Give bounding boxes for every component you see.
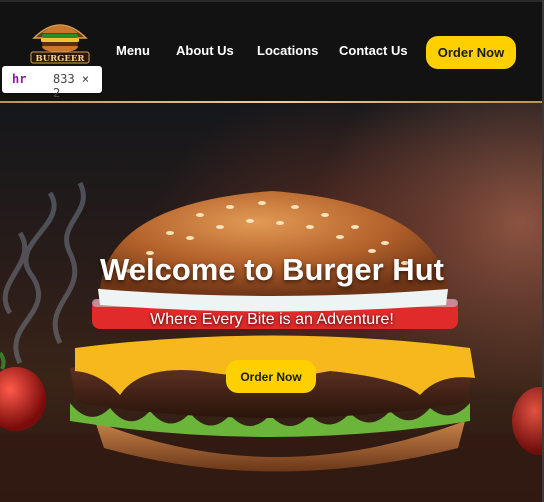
nav-order-now-button[interactable]: Order Now [426,36,516,69]
nav-link-contact-us[interactable]: Contact Us [339,43,408,58]
window-top-edge [0,0,544,2]
tooltip-dimensions: 833 × 2 [53,72,90,100]
hero-subtitle: Where Every Bite is an Adventure! [150,311,394,328]
hero-title: Welcome to Burger Hut [100,252,444,287]
hero-order-now-button[interactable]: Order Now [226,360,316,393]
burger-hero-image [0,181,544,502]
tooltip-tag-name: hr [12,72,27,86]
burger-logo[interactable]: BURGEER [28,14,92,66]
nav-link-menu[interactable]: Menu [116,43,150,58]
nav-link-locations[interactable]: Locations [257,43,318,58]
devtools-element-tooltip: hr 833 × 2 [2,66,102,100]
nav-link-about-us[interactable]: About Us [176,43,234,58]
hero-section: Welcome to Burger Hut Where Every Bite i… [0,103,544,502]
svg-text:BURGEER: BURGEER [36,54,86,64]
burger-logo-icon: BURGEER [30,24,90,64]
